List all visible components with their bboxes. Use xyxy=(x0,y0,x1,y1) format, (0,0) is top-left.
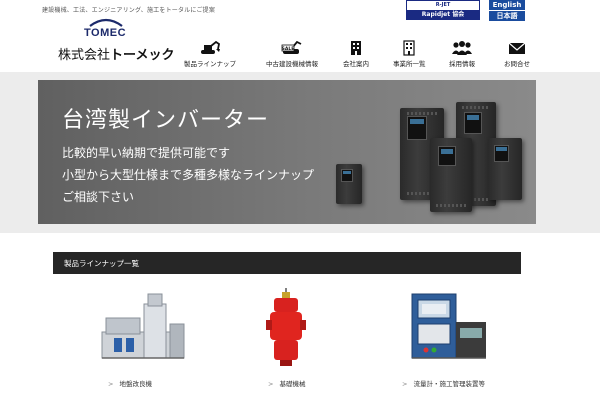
flowmeter-device-image xyxy=(411,293,486,359)
company-logo[interactable]: TOMEC 株式会社トーメック xyxy=(58,17,175,63)
svg-text:SALE: SALE xyxy=(282,46,295,52)
chevron-right-icon: > xyxy=(268,380,274,388)
nav-label: 製品ラインナップ xyxy=(184,60,236,68)
nav-label: 中古建設機械情報 xyxy=(266,60,318,68)
rapidjet-logo: R-JET xyxy=(407,1,479,10)
nav-label: 事業所一覧 xyxy=(393,60,426,68)
hero-banner[interactable]: 台湾製インバーター 比較的早い納期で提供可能です 小型から大型仕様まで多種多様な… xyxy=(38,80,536,224)
logo-prefix: 株式会社 xyxy=(58,47,111,62)
chevron-right-icon: > xyxy=(108,380,114,388)
lang-english-button[interactable]: English xyxy=(489,0,525,10)
nav-item-contact[interactable]: お問合せ xyxy=(504,40,530,68)
logo-arc-icon xyxy=(89,18,123,27)
site-tagline: 建設機械、工法、エンジニアリング、施工をトータルにご提案 xyxy=(42,7,216,14)
product-lineup-header: 製品ラインナップ一覧 xyxy=(53,252,521,274)
logo-text-ja: 株式会社トーメック xyxy=(58,44,175,63)
product-label: 地盤改良機 xyxy=(119,380,152,388)
envelope-icon xyxy=(508,42,526,54)
hero-text-line-2: 小型から大型仕様まで多種多様なラインナップ xyxy=(62,168,315,182)
hero-text-line-3: ご相談下さい xyxy=(62,190,135,204)
inverter-small-unit xyxy=(488,138,522,200)
excavator-icon xyxy=(201,40,221,54)
nav-label: お問合せ xyxy=(504,60,530,68)
hero-title: 台湾製インバーター xyxy=(62,108,270,133)
product-card-flowmeter[interactable] xyxy=(398,288,518,388)
building-icon xyxy=(351,41,361,55)
rapidjet-label: Rapidjet 協会 xyxy=(421,11,465,18)
product-label: 流量計・施工管理装置等 xyxy=(413,380,485,388)
product-link-flowmeter[interactable]: > 流量計・施工管理装置等 xyxy=(402,378,485,388)
inverter-medium-unit xyxy=(430,138,472,212)
nav-item-offices[interactable]: 事業所一覧 xyxy=(393,40,426,68)
office-building-icon xyxy=(403,40,415,56)
lang-japanese-button[interactable]: 日本語 xyxy=(489,11,525,21)
section-title: 製品ラインナップ一覧 xyxy=(64,259,139,268)
inverter-mini-unit xyxy=(336,164,362,204)
used-machine-sale-icon: SALE xyxy=(281,40,302,54)
logo-text-en: TOMEC xyxy=(84,27,127,39)
product-link-ground-improvement[interactable]: > 地盤改良機 xyxy=(108,378,152,388)
product-card-ground-improvement[interactable] xyxy=(92,288,212,388)
people-icon xyxy=(452,41,472,55)
ground-improvement-machine-image xyxy=(101,293,185,359)
nav-item-company[interactable]: 会社案内 xyxy=(343,40,369,68)
nav-item-products[interactable]: 製品ラインナップ xyxy=(184,40,236,68)
product-link-foundation[interactable]: > 基礎機械 xyxy=(268,378,305,388)
foundation-machine-image xyxy=(266,288,306,366)
product-card-foundation[interactable] xyxy=(240,288,360,388)
product-label: 基礎機械 xyxy=(279,380,306,388)
chevron-right-icon: > xyxy=(402,380,408,388)
nav-item-used-machines[interactable]: SALE 中古建設機械情報 xyxy=(266,40,318,68)
nav-item-recruit[interactable]: 採用情報 xyxy=(449,40,475,68)
nav-label: 採用情報 xyxy=(449,60,475,68)
rapidjet-banner[interactable]: R-JET Rapidjet 協会 xyxy=(406,0,480,20)
hero-text-line-1: 比較的早い納期で提供可能です xyxy=(62,146,231,160)
logo-name: トーメック xyxy=(110,47,175,62)
nav-label: 会社案内 xyxy=(343,60,369,68)
